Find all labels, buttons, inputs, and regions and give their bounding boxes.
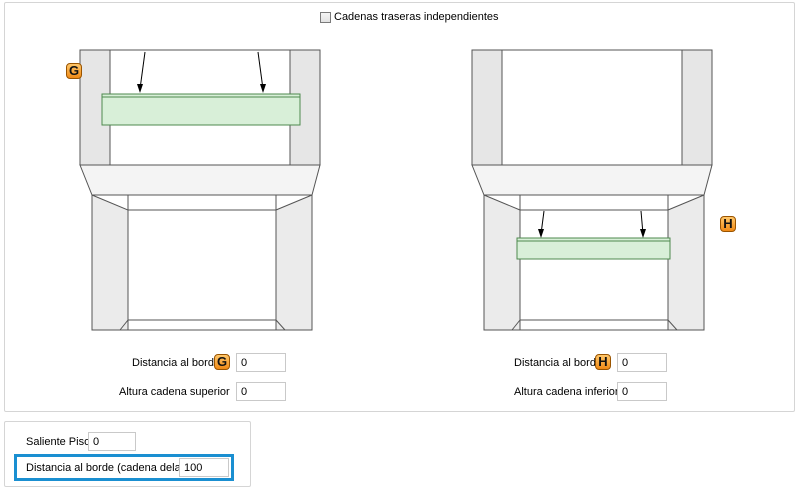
height-label-left: Altura cadena superior bbox=[119, 386, 230, 398]
height-label-right: Altura cadena inferior bbox=[514, 386, 619, 398]
cabinet-diagram-bottom-chain bbox=[471, 49, 713, 331]
lower-chain-height-input[interactable] bbox=[617, 382, 667, 401]
distance-input-left[interactable] bbox=[236, 353, 286, 372]
floor-overhang-input[interactable] bbox=[88, 432, 136, 451]
g-badge-icon: G bbox=[66, 63, 82, 79]
distance-label-right: Distancia al borde bbox=[514, 357, 603, 369]
h-badge-icon: H bbox=[720, 216, 736, 232]
upper-chain-height-input[interactable] bbox=[236, 382, 286, 401]
g-badge-small-icon: G bbox=[214, 354, 230, 370]
floor-overhang-label: Saliente Piso bbox=[26, 436, 91, 448]
distance-label-left: Distancia al borde bbox=[132, 357, 221, 369]
front-chain-distance-input[interactable] bbox=[179, 458, 229, 477]
h-badge-small-icon: H bbox=[595, 354, 611, 370]
distance-input-right[interactable] bbox=[617, 353, 667, 372]
